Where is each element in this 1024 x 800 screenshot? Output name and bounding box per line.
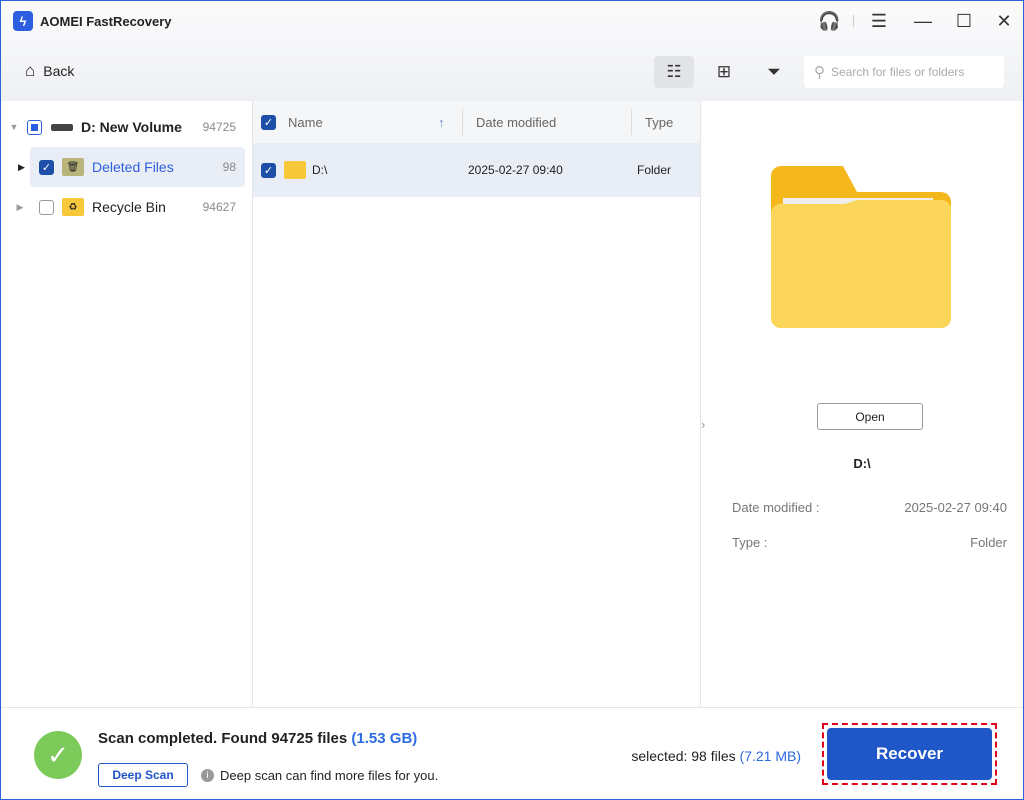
drive-icon bbox=[51, 123, 73, 131]
back-button[interactable]: ⌂ Back bbox=[25, 61, 74, 81]
date-value: 2025-02-27 09:40 bbox=[904, 500, 1007, 515]
hint-text: Deep scan can find more files for you. bbox=[220, 768, 439, 783]
tree-count: 94725 bbox=[202, 120, 236, 134]
sort-up-icon[interactable]: ↑ bbox=[438, 115, 445, 130]
footer: ✓ Scan completed. Found 94725 files (1.5… bbox=[1, 707, 1023, 799]
open-button[interactable]: Open bbox=[817, 403, 923, 430]
preview-name: D:\ bbox=[853, 456, 871, 471]
row-name: D:\ bbox=[312, 163, 328, 177]
row-type: Folder bbox=[637, 163, 672, 177]
date-label: Date modified : bbox=[732, 500, 820, 515]
tree-label: Recycle Bin bbox=[92, 199, 166, 215]
home-icon: ⌂ bbox=[25, 61, 36, 80]
preview-pane: › Open D:\ Date modified : 2025-02-27 09… bbox=[701, 101, 1023, 707]
search-icon: ⚲ bbox=[814, 64, 825, 81]
tree-item-volume[interactable]: ▼ D: New Volume 94725 bbox=[1, 107, 252, 147]
column-name[interactable]: Name bbox=[288, 115, 438, 130]
divider bbox=[853, 15, 854, 27]
tree-item-deleted-files[interactable]: ▶ ✓ 🗑 Deleted Files 98 bbox=[18, 147, 245, 187]
select-all-checkbox[interactable]: ✓ bbox=[261, 114, 276, 130]
row-date: 2025-02-27 09:40 bbox=[468, 163, 563, 177]
divider bbox=[631, 109, 632, 135]
expand-arrow-icon[interactable]: ▶ bbox=[18, 162, 25, 173]
row-checkbox[interactable]: ✓ bbox=[261, 162, 276, 178]
table-row[interactable]: ✓ D:\ 2025-02-27 09:40 Folder bbox=[253, 143, 700, 197]
selected-size: (7.21 MB) bbox=[739, 748, 801, 764]
selected-text: selected: 98 files bbox=[631, 748, 736, 764]
collapse-arrow-icon[interactable]: ▼ bbox=[1, 122, 27, 132]
scan-status: Scan completed. Found 94725 files (1.53 … bbox=[98, 730, 417, 747]
info-icon: i bbox=[201, 769, 214, 782]
close-button[interactable]: ✕ bbox=[993, 11, 1015, 32]
list-header: ✓ Name ↑ Date modified Type bbox=[253, 101, 700, 143]
deep-scan-hint: i Deep scan can find more files for you. bbox=[201, 768, 438, 783]
recycle-bin-checkbox[interactable] bbox=[39, 199, 54, 215]
type-label: Type : bbox=[732, 535, 768, 550]
app-title-text: AOMEI FastRecovery bbox=[40, 13, 172, 29]
large-folder-icon bbox=[771, 166, 951, 328]
maximize-button[interactable]: ☐ bbox=[953, 11, 975, 32]
folder-tree: ▼ D: New Volume 94725 ▶ ✓ 🗑 Deleted Files 98 ▶… bbox=[1, 101, 253, 707]
column-date[interactable]: Date modified bbox=[476, 115, 556, 130]
collapse-pane-icon[interactable]: › bbox=[701, 417, 705, 432]
tree-label: D: New Volume bbox=[81, 119, 182, 135]
status-text: Scan completed. Found 94725 files bbox=[98, 730, 348, 747]
divider bbox=[462, 109, 463, 135]
minimize-button[interactable]: — bbox=[912, 11, 934, 32]
status-size: (1.53 GB) bbox=[351, 730, 418, 747]
column-type[interactable]: Type bbox=[645, 115, 673, 130]
type-value: Folder bbox=[970, 535, 1007, 550]
app-logo-icon: ϟ bbox=[13, 11, 33, 31]
deep-scan-button[interactable]: Deep Scan bbox=[98, 763, 188, 787]
success-check-icon: ✓ bbox=[34, 731, 82, 779]
back-label: Back bbox=[43, 63, 75, 79]
folder-icon bbox=[284, 161, 306, 179]
recycle-folder-icon: ♻ bbox=[62, 198, 84, 216]
volume-checkbox[interactable] bbox=[27, 119, 42, 135]
app-window: ϟ AOMEI FastRecovery 🎧 ☰ — ☐ ✕ ⌂ Back ☷ ⊞ … bbox=[0, 0, 1024, 800]
search-placeholder: Search for files or folders bbox=[831, 65, 965, 79]
trash-folder-icon: 🗑 bbox=[62, 158, 84, 176]
tree-item-recycle-bin[interactable]: ▶ ♻ Recycle Bin 94627 bbox=[1, 187, 252, 227]
recover-button[interactable]: Recover bbox=[827, 728, 992, 780]
file-list: ✓ Name ↑ Date modified Type ✓ D:\ 2025-0… bbox=[253, 101, 701, 707]
app-title: ϟ AOMEI FastRecovery bbox=[13, 11, 172, 31]
search-input[interactable]: ⚲ Search for files or folders bbox=[804, 56, 1004, 88]
list-view-button[interactable]: ☷ bbox=[654, 56, 694, 88]
menu-icon[interactable]: ☰ bbox=[868, 11, 890, 32]
grid-view-button[interactable]: ⊞ bbox=[704, 56, 744, 88]
deleted-files-checkbox[interactable]: ✓ bbox=[39, 159, 54, 175]
support-headset-icon[interactable]: 🎧 bbox=[818, 11, 840, 32]
tree-label: Deleted Files bbox=[92, 159, 174, 175]
filter-button[interactable]: ⏷ bbox=[754, 56, 794, 88]
selected-summary: selected: 98 files (7.21 MB) bbox=[631, 748, 801, 764]
recover-highlight: Recover bbox=[822, 723, 997, 785]
tree-count: 94627 bbox=[202, 200, 236, 214]
tree-count: 98 bbox=[222, 160, 236, 174]
header: ϟ AOMEI FastRecovery 🎧 ☰ — ☐ ✕ ⌂ Back ☷ ⊞ … bbox=[1, 1, 1023, 101]
